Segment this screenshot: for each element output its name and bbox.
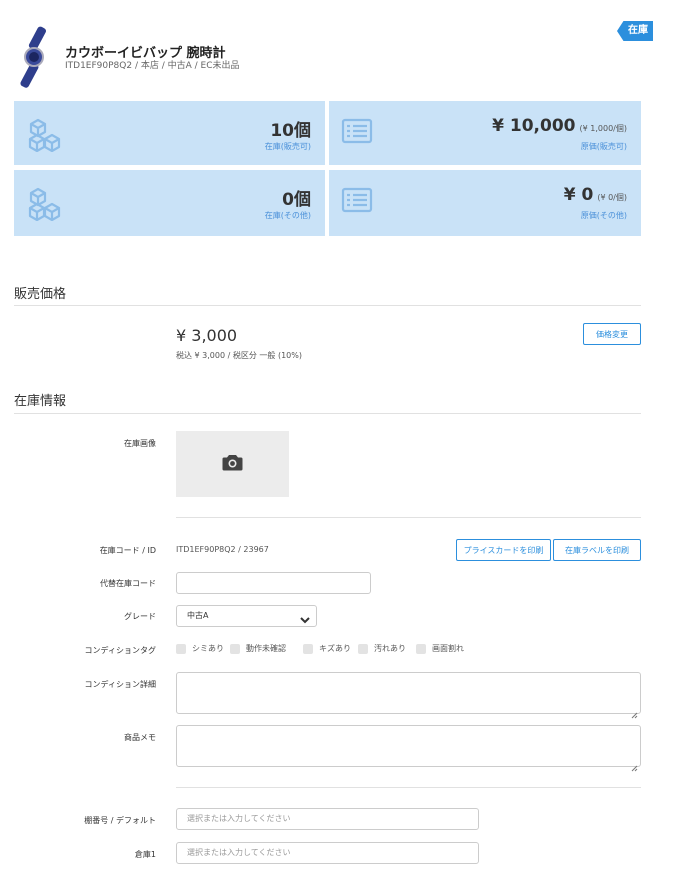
- cost-sellable-label: 原価(販売可): [580, 142, 627, 151]
- stock-code-value: ITD1EF90P8Q2 / 23967: [176, 545, 269, 554]
- condition-detail-textarea[interactable]: [176, 672, 641, 719]
- cost-sellable-amount: ¥ 10,000: [492, 116, 576, 136]
- tax-note: 税込 ¥ 3,000 / 税区分 一般 (10%): [176, 351, 302, 360]
- condition-tag-checkbox[interactable]: シミあり: [176, 643, 224, 654]
- cubes-icon: [26, 187, 64, 225]
- grade-select[interactable]: 中古A: [176, 605, 317, 627]
- condition-tag-text: 動作未確認: [246, 644, 286, 653]
- sale-price: ¥ 3,000: [176, 326, 238, 345]
- status-badge: 在庫: [617, 21, 653, 41]
- condition-detail-label: コンディション詳細: [84, 680, 156, 689]
- status-badge-label: 在庫: [628, 25, 648, 36]
- divider: [14, 305, 641, 306]
- cost-sellable-unit: (¥ 1,000/個): [579, 124, 627, 133]
- warehouse-input[interactable]: 選択または入力してください: [176, 842, 479, 864]
- condition-tag-checkbox[interactable]: キズあり: [303, 643, 351, 654]
- stock-other-label: 在庫(その他): [264, 211, 311, 220]
- stock-image-label: 在庫画像: [124, 439, 156, 448]
- change-price-button[interactable]: 価格変更: [583, 323, 641, 345]
- product-thumbnail: [12, 26, 58, 94]
- resize-grip-icon[interactable]: [631, 704, 638, 719]
- cost-other-value: ¥ 0 (¥ 0/個): [564, 185, 627, 205]
- divider: [176, 517, 641, 518]
- stock-sellable-tile: 10個 在庫(販売可): [14, 101, 325, 165]
- condition-tag-label: コンディションタグ: [84, 646, 156, 655]
- stock-code-label: 在庫コード / ID: [99, 546, 156, 555]
- print-stock-label-button[interactable]: 在庫ラベルを印刷: [553, 539, 641, 561]
- stock-image-upload[interactable]: [176, 431, 289, 497]
- price-section-heading: 販売価格: [14, 287, 67, 302]
- cost-sellable-tile: ¥ 10,000 (¥ 1,000/個) 原価(販売可): [329, 101, 641, 165]
- stock-other-value: 0個: [282, 190, 311, 210]
- shelf-input[interactable]: 選択または入力してください: [176, 808, 479, 830]
- product-subtitle: ITD1EF90P8Q2 / 本店 / 中古A / EC未出品: [65, 61, 240, 71]
- memo-label: 商品メモ: [124, 733, 156, 742]
- camera-icon: [222, 454, 243, 475]
- cost-other-amount: ¥ 0: [563, 185, 594, 205]
- cost-sellable-value: ¥ 10,000 (¥ 1,000/個): [492, 116, 627, 136]
- checkbox-box[interactable]: [176, 643, 186, 654]
- condition-tag-text: シミあり: [192, 644, 224, 653]
- grade-select-value: 中古A: [187, 611, 209, 620]
- checkbox-box[interactable]: [230, 643, 240, 654]
- print-price-card-button[interactable]: プライスカードを印刷: [456, 539, 551, 561]
- checkbox-box[interactable]: [358, 643, 368, 654]
- stock-sellable-value: 10個: [270, 121, 311, 141]
- condition-tag-text: 汚れあり: [374, 644, 406, 653]
- memo-textarea[interactable]: [176, 725, 641, 772]
- stock-sellable-label: 在庫(販売可): [264, 142, 311, 151]
- cost-other-unit: (¥ 0/個): [597, 193, 627, 202]
- cost-other-label: 原価(その他): [580, 211, 627, 220]
- chevron-down-icon: [300, 612, 310, 632]
- condition-tag-checkbox[interactable]: 動作未確認: [230, 643, 286, 654]
- alt-code-label: 代替在庫コード: [100, 579, 156, 588]
- condition-tag-checkbox[interactable]: 画面割れ: [416, 643, 464, 654]
- divider: [176, 787, 641, 788]
- cubes-icon: [26, 118, 64, 156]
- stock-section-heading: 在庫情報: [14, 394, 67, 409]
- list-icon: [341, 187, 373, 217]
- alt-code-input[interactable]: [176, 572, 371, 594]
- stock-other-tile: 0個 在庫(その他): [14, 170, 325, 236]
- condition-tag-text: 画面割れ: [432, 644, 464, 653]
- condition-tag-text: キズあり: [319, 644, 351, 653]
- list-icon: [341, 118, 373, 148]
- shelf-label: 棚番号 / デフォルト: [84, 816, 156, 825]
- warehouse-label: 倉庫1: [134, 850, 156, 859]
- grade-label: グレード: [124, 612, 156, 621]
- resize-grip-icon[interactable]: [631, 757, 638, 772]
- checkbox-box[interactable]: [303, 643, 313, 654]
- checkbox-box[interactable]: [416, 643, 426, 654]
- divider: [14, 413, 641, 414]
- cost-other-tile: ¥ 0 (¥ 0/個) 原価(その他): [329, 170, 641, 236]
- condition-tag-checkbox[interactable]: 汚れあり: [358, 643, 406, 654]
